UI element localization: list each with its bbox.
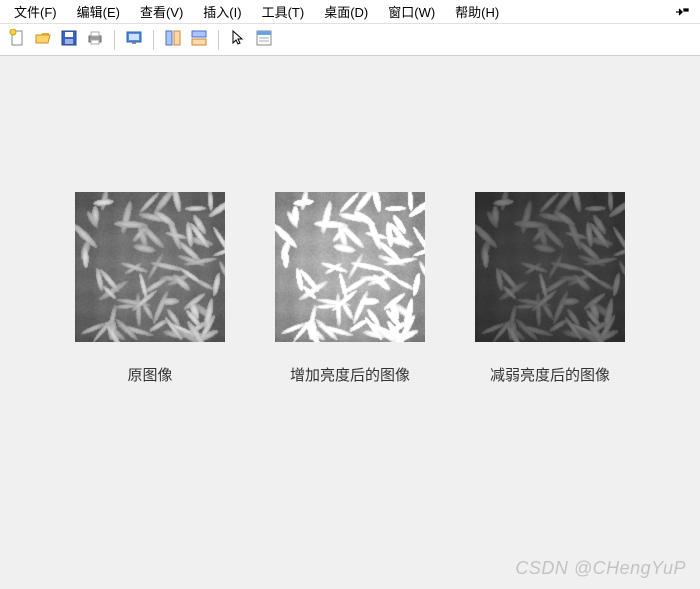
tile-horizontal-icon: [164, 29, 182, 50]
menu-insert[interactable]: 插入(I): [193, 0, 251, 23]
caption-original: 原图像: [127, 364, 172, 385]
new-file-icon: [8, 29, 26, 50]
figure-brighter: 增加亮度后的图像: [275, 192, 425, 385]
caption-brighter: 增加亮度后的图像: [290, 364, 410, 385]
workspace: 原图像 增加亮度后的图像 减弱亮度后的图像 CSDN @CHengYuP: [0, 56, 700, 589]
tile-vertical-icon: [190, 29, 208, 50]
menu-window[interactable]: 窗口(W): [378, 0, 445, 23]
print-button[interactable]: [84, 29, 106, 51]
toolbar-separator: [153, 30, 154, 50]
menu-overflow-icon[interactable]: [668, 4, 696, 20]
screen-icon: [125, 29, 143, 50]
properties-icon: [255, 29, 273, 50]
image-original: [75, 192, 225, 342]
image-brighter: [275, 192, 425, 342]
properties-button[interactable]: [253, 29, 275, 51]
caption-darker: 减弱亮度后的图像: [490, 364, 610, 385]
open-folder-icon: [34, 29, 52, 50]
open-button[interactable]: [32, 29, 54, 51]
pointer-button[interactable]: [227, 29, 249, 51]
screen-button[interactable]: [123, 29, 145, 51]
figure-darker: 减弱亮度后的图像: [475, 192, 625, 385]
menu-help[interactable]: 帮助(H): [445, 0, 509, 23]
toolbar-separator: [114, 30, 115, 50]
menu-bar: 文件(F) 编辑(E) 查看(V) 插入(I) 工具(T) 桌面(D) 窗口(W…: [0, 0, 700, 24]
image-darker: [475, 192, 625, 342]
figure-row: 原图像 增加亮度后的图像 减弱亮度后的图像: [0, 192, 700, 385]
save-icon: [60, 29, 78, 50]
menu-desktop[interactable]: 桌面(D): [314, 0, 378, 23]
new-file-button[interactable]: [6, 29, 28, 51]
watermark: CSDN @CHengYuP: [515, 558, 686, 579]
tile-vertical-button[interactable]: [188, 29, 210, 51]
figure-original: 原图像: [75, 192, 225, 385]
tile-horizontal-button[interactable]: [162, 29, 184, 51]
menu-file[interactable]: 文件(F): [4, 0, 67, 23]
menu-view[interactable]: 查看(V): [130, 0, 193, 23]
pointer-icon: [229, 29, 247, 50]
menu-edit[interactable]: 编辑(E): [67, 0, 130, 23]
menu-tools[interactable]: 工具(T): [252, 0, 315, 23]
toolbar-separator: [218, 30, 219, 50]
toolbar: [0, 24, 700, 56]
save-button[interactable]: [58, 29, 80, 51]
print-icon: [86, 29, 104, 50]
